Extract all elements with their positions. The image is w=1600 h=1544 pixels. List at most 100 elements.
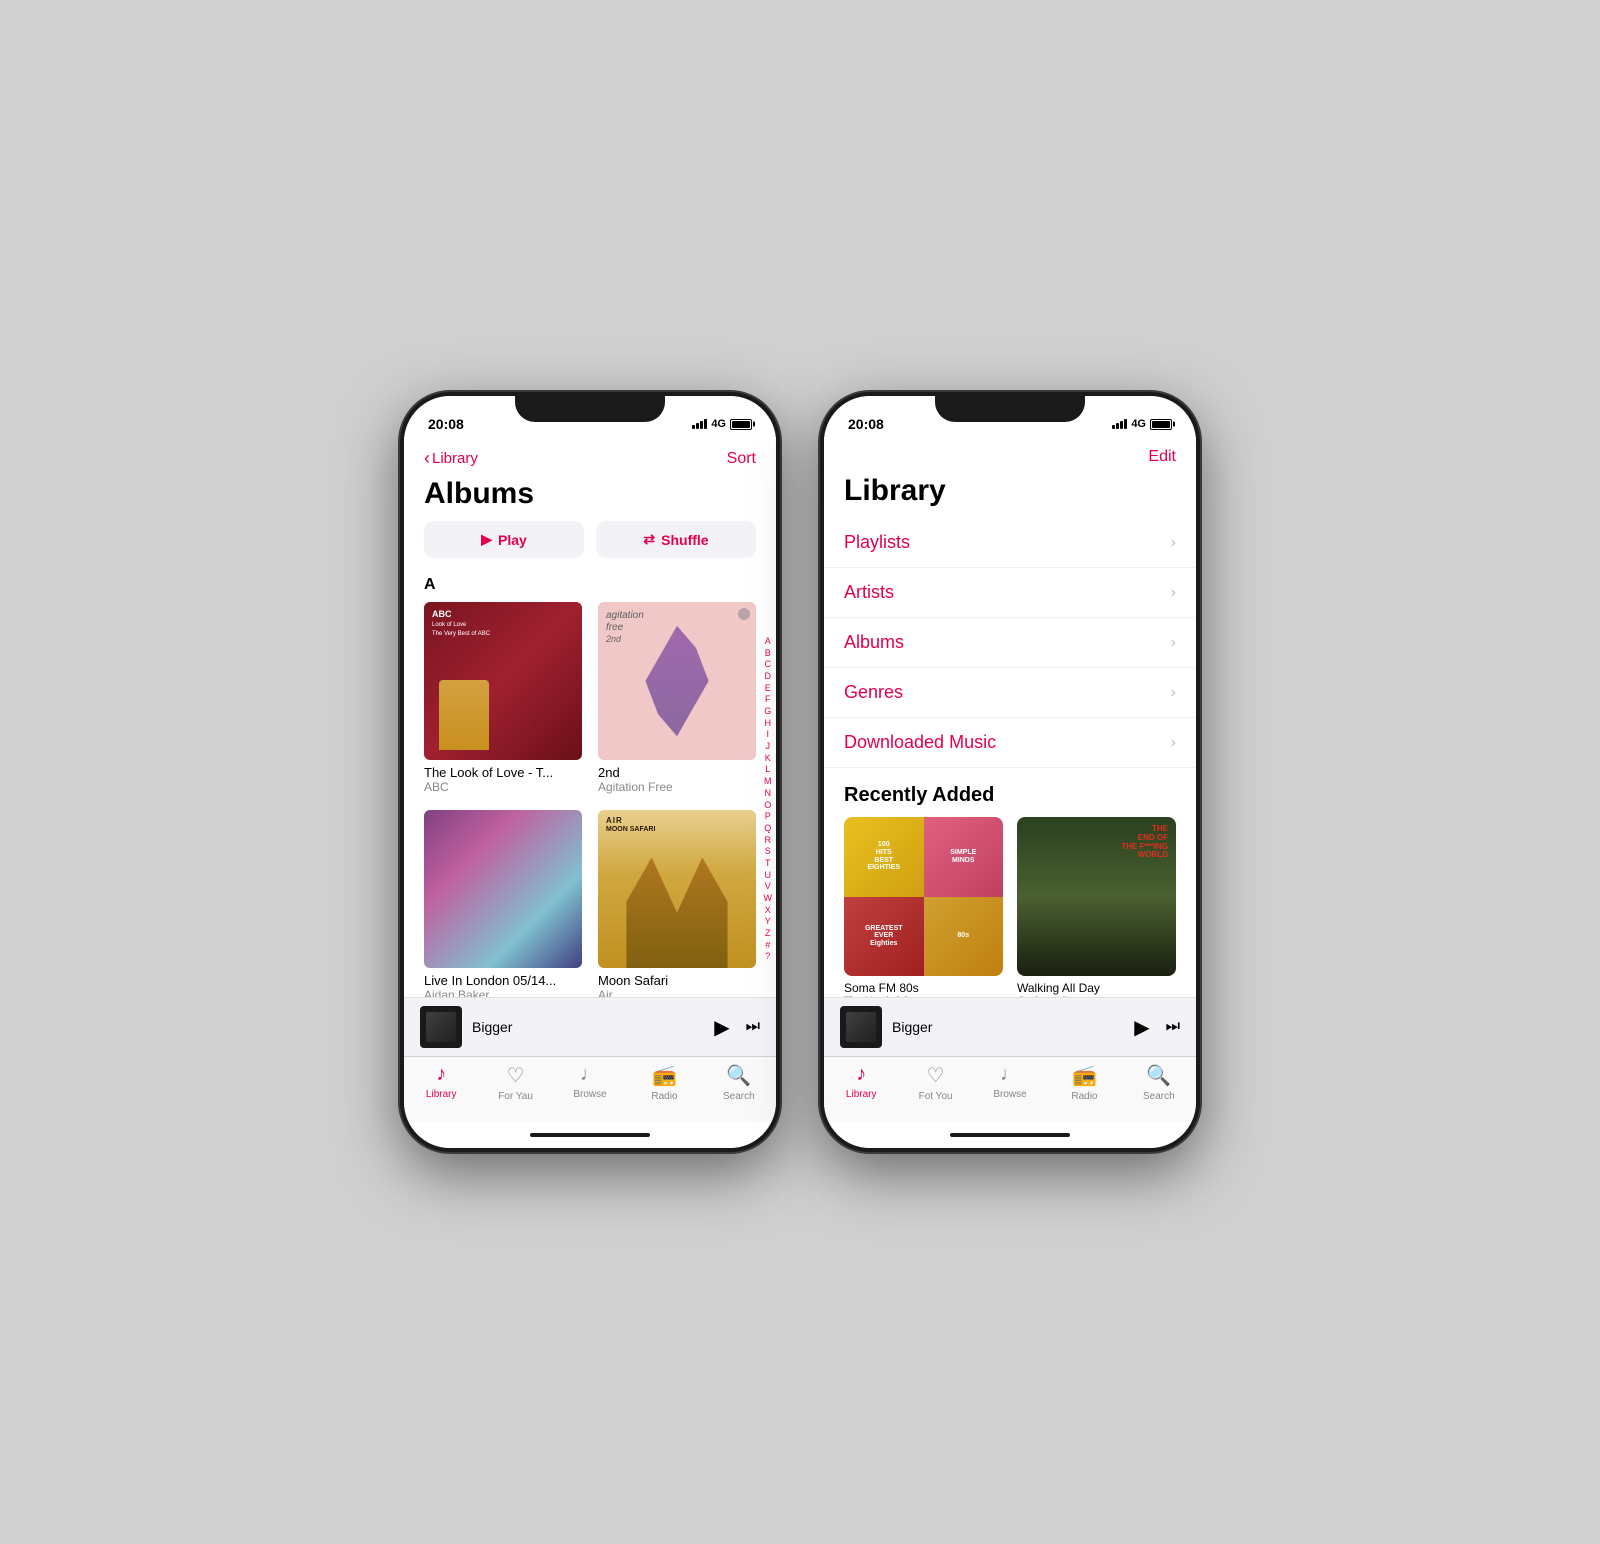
- tab-library[interactable]: ♪ Library: [824, 1063, 898, 1102]
- play-button[interactable]: ▶ Play: [424, 521, 584, 558]
- network-label: 4G: [711, 418, 726, 430]
- alphabet-letter[interactable]: U: [764, 870, 773, 882]
- tab-radio-label: Radio: [651, 1091, 677, 1102]
- library-item-downloaded[interactable]: Downloaded Music ›: [824, 718, 1196, 768]
- alphabet-letter[interactable]: V: [764, 881, 773, 893]
- album-artist: Agitation Free: [598, 780, 756, 794]
- alphabet-letter[interactable]: K: [764, 753, 773, 765]
- album-item[interactable]: agitationfree2nd 2nd Agitation Free: [598, 602, 756, 794]
- now-playing-skip-button[interactable]: ⏭: [746, 1018, 760, 1036]
- library-icon: ♪: [856, 1063, 866, 1086]
- alphabet-letter[interactable]: N: [764, 788, 773, 800]
- alphabet-letter[interactable]: B: [764, 648, 773, 660]
- page-title: Library: [824, 470, 1196, 518]
- tab-for-you[interactable]: ♡ Fot You: [898, 1063, 972, 1102]
- recent-albums: 100HITSBESTEIGHTIES SIMPLEMINDS GREATEST…: [824, 817, 1196, 997]
- alphabet-letter[interactable]: #: [764, 940, 773, 952]
- recent-art-walking: THEEND OFTHE F***INGWORLD: [1017, 817, 1176, 976]
- soma-q3-text: GREATESTEVEREighties: [865, 925, 903, 948]
- battery-icon: [1150, 419, 1172, 430]
- alphabet-letter[interactable]: I: [764, 729, 773, 741]
- alphabet-letter[interactable]: C: [764, 659, 773, 671]
- recent-album-soma[interactable]: 100HITSBESTEIGHTIES SIMPLEMINDS GREATEST…: [844, 817, 1003, 997]
- alphabet-letter[interactable]: M: [764, 776, 773, 788]
- alphabet-letter[interactable]: Z: [764, 928, 773, 940]
- browse-icon: ♩: [1000, 1063, 1020, 1086]
- alphabet-letter[interactable]: S: [764, 846, 773, 858]
- now-playing-bar[interactable]: Bigger ▶ ⏭: [404, 997, 776, 1056]
- album-grid: ABCLook of LoveThe Very Best of ABC The …: [404, 602, 776, 997]
- tab-search[interactable]: 🔍 Search: [1122, 1063, 1196, 1102]
- radio-icon: 📻: [652, 1063, 677, 1088]
- alphabet-letter[interactable]: T: [764, 858, 773, 870]
- alphabet-letter[interactable]: W: [764, 893, 773, 905]
- heart-icon: ♡: [507, 1063, 525, 1088]
- recent-art-soma: 100HITSBESTEIGHTIES SIMPLEMINDS GREATEST…: [844, 817, 1003, 976]
- now-playing-play-button[interactable]: ▶: [714, 1015, 729, 1040]
- alphabet-letter[interactable]: D: [764, 671, 773, 683]
- album-item[interactable]: AIR MOON SAFARI Moon Safari Air: [598, 810, 756, 997]
- recent-album-walking[interactable]: THEEND OFTHE F***INGWORLD Walking All Da…: [1017, 817, 1176, 997]
- soma-q2-text: SIMPLEMINDS: [950, 849, 976, 864]
- album-item[interactable]: ABCLook of LoveThe Very Best of ABC The …: [424, 602, 582, 794]
- alphabet-letter[interactable]: H: [764, 718, 773, 730]
- now-playing-skip-button[interactable]: ⏭: [1166, 1018, 1180, 1036]
- recently-added-title: Recently Added: [824, 768, 1196, 817]
- album-art-abc: ABCLook of LoveThe Very Best of ABC: [424, 602, 582, 760]
- alphabet-letter[interactable]: Q: [764, 823, 773, 835]
- home-indicator: [824, 1122, 1196, 1148]
- tab-browse[interactable]: ♩ Browse: [973, 1063, 1047, 1102]
- alphabet-letter[interactable]: J: [764, 741, 773, 753]
- alphabet-letter[interactable]: F: [764, 694, 773, 706]
- library-item-artists[interactable]: Artists ›: [824, 568, 1196, 618]
- alphabet-letter[interactable]: O: [764, 800, 773, 812]
- now-playing-bar[interactable]: Bigger ▶ ⏭: [824, 997, 1196, 1056]
- album-art-live: [424, 810, 582, 968]
- tab-search-label: Search: [1143, 1091, 1175, 1102]
- heart-icon: ♡: [927, 1063, 945, 1088]
- search-icon: 🔍: [726, 1063, 751, 1088]
- library-item-playlists[interactable]: Playlists ›: [824, 518, 1196, 568]
- tab-for-you[interactable]: ♡ For Yau: [478, 1063, 552, 1102]
- alphabet-letter[interactable]: R: [764, 835, 773, 847]
- tab-bar: ♪ Library ♡ Fot You ♩ Browse 📻 Radio 🔍 S…: [824, 1056, 1196, 1122]
- tab-browse-label: Browse: [993, 1089, 1026, 1100]
- tab-radio[interactable]: 📻 Radio: [1047, 1063, 1121, 1102]
- notch: [515, 392, 665, 422]
- library-item-label: Artists: [844, 582, 894, 603]
- library-item-label: Playlists: [844, 532, 910, 553]
- status-icons: 4G: [692, 418, 752, 430]
- alphabet-letter[interactable]: G: [764, 706, 773, 718]
- tab-browse[interactable]: ♩ Browse: [553, 1063, 627, 1102]
- shuffle-button[interactable]: ⇄ Shuffle: [596, 521, 756, 558]
- alphabet-letter[interactable]: X: [764, 905, 773, 917]
- alphabet-letter[interactable]: A: [764, 636, 773, 648]
- shuffle-label: Shuffle: [661, 532, 708, 548]
- tab-radio[interactable]: 📻 Radio: [627, 1063, 701, 1102]
- tab-library[interactable]: ♪ Library: [404, 1063, 478, 1102]
- tab-search[interactable]: 🔍 Search: [702, 1063, 776, 1102]
- shuffle-icon: ⇄: [643, 531, 655, 548]
- alphabet-letter[interactable]: E: [764, 683, 773, 695]
- edit-button[interactable]: Edit: [1148, 448, 1176, 466]
- now-playing-controls: ▶ ⏭: [714, 1015, 760, 1040]
- alphabet-letter[interactable]: ?: [764, 951, 773, 963]
- library-item-genres[interactable]: Genres ›: [824, 668, 1196, 718]
- alphabet-nav[interactable]: ABCDEFGHIJKLMNOPQRSTUVWXYZ#?: [764, 602, 773, 997]
- chevron-right-icon: ›: [1171, 684, 1176, 702]
- search-icon: 🔍: [1146, 1063, 1171, 1088]
- now-playing-play-button[interactable]: ▶: [1134, 1015, 1149, 1040]
- sort-button[interactable]: Sort: [727, 450, 756, 468]
- alphabet-letter[interactable]: L: [764, 764, 773, 776]
- album-item[interactable]: Live In London 05/14... Aidan Baker: [424, 810, 582, 997]
- radio-icon: 📻: [1072, 1063, 1097, 1088]
- library-item-albums[interactable]: Albums ›: [824, 618, 1196, 668]
- album-art-agitation: agitationfree2nd: [598, 602, 756, 760]
- alphabet-letter[interactable]: Y: [764, 916, 773, 928]
- back-button[interactable]: ‹ Library: [424, 448, 478, 469]
- home-indicator: [404, 1122, 776, 1148]
- alphabet-letter[interactable]: P: [764, 811, 773, 823]
- bigger-art: [840, 1006, 882, 1048]
- signal-icon: [1112, 419, 1127, 429]
- album-title: Live In London 05/14...: [424, 973, 582, 988]
